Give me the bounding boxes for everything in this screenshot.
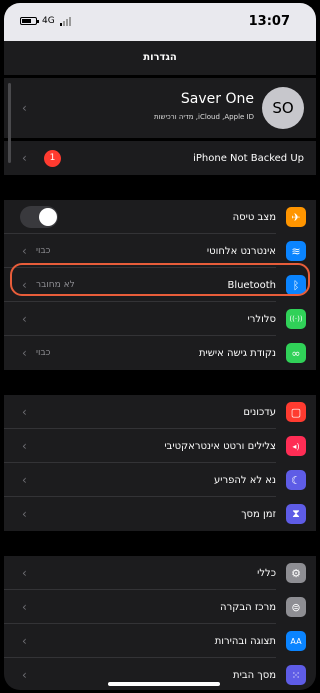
settings-screen: 4G 13:07 הגדרות ‹ Saver One iCloud ,Appl… (4, 3, 316, 690)
cellular-icon: ((·)) (286, 309, 306, 329)
moon-icon: ☾ (286, 470, 306, 490)
profile-row[interactable]: ‹ Saver One iCloud ,Apple ID, מדיה ורכיש… (4, 78, 316, 138)
settings-row-screen-time[interactable]: ‹ זמן מסך ⧗ (4, 497, 316, 531)
display-icon: AA (286, 631, 306, 651)
chevron-left-icon: ‹ (22, 473, 27, 487)
settings-row-general[interactable]: ‹ כללי ⚙ (4, 556, 316, 590)
chevron-left-icon: ‹ (22, 439, 27, 453)
row-label: זמן מסך (241, 508, 276, 520)
row-label: מצב טיסה (232, 211, 276, 223)
gear-icon: ⚙ (286, 563, 306, 583)
profile-group: ‹ Saver One iCloud ,Apple ID, מדיה ורכיש… (4, 78, 316, 138)
row-label: כללי (257, 567, 276, 579)
row-value: לא מחובר (36, 280, 75, 290)
chevron-left-icon: ‹ (22, 405, 27, 419)
chevron-left-icon: ‹ (22, 600, 27, 614)
chevron-left-icon: ‹ (22, 634, 27, 648)
settings-row-wifi[interactable]: ‹ כבוי אינטרנט אלחוטי ≋ (4, 234, 316, 268)
settings-row-display[interactable]: ‹ תצוגה ובהירות AA (4, 624, 316, 658)
backup-label: iPhone Not Backed Up (193, 152, 304, 164)
avatar: SO (262, 87, 304, 129)
airplane-toggle[interactable] (20, 206, 58, 228)
control-center-icon: ⊜ (286, 597, 306, 617)
chevron-left-icon: ‹ (22, 151, 27, 165)
nav-bar: הגדרות (4, 41, 316, 75)
chevron-left-icon: ‹ (22, 312, 27, 326)
connectivity-group: מצב טיסה ✈ ‹ כבוי אינטרנט אלחוטי ≋ ‹ לא … (4, 200, 316, 370)
settings-row-control-center[interactable]: ‹ מרכז הבקרה ⊜ (4, 590, 316, 624)
settings-row-airplane[interactable]: מצב טיסה ✈ (4, 200, 316, 234)
wifi-icon: ≋ (286, 241, 306, 261)
chevron-left-icon: ‹ (22, 507, 27, 521)
home-indicator[interactable] (108, 682, 220, 686)
chevron-left-icon: ‹ (22, 668, 27, 682)
settings-row-notifications[interactable]: ‹ עדכונים ▢ (4, 395, 316, 429)
status-bar: 4G 13:07 (4, 3, 316, 41)
row-label: עדכונים (243, 406, 276, 418)
sounds-icon: ◂) (286, 436, 306, 456)
row-label: מסך הבית (233, 669, 276, 681)
backup-group: ‹ 1 iPhone Not Backed Up (4, 141, 316, 175)
settings-row-bluetooth[interactable]: ‹ לא מחובר Bluetooth ᛒ (4, 268, 316, 302)
profile-name: Saver One (180, 91, 254, 107)
row-label: סלולרי (247, 313, 276, 325)
row-label: Bluetooth (227, 279, 276, 291)
row-label: מרכז הבקרה (220, 601, 276, 613)
settings-row-sounds[interactable]: ‹ צלילים ורטט אינטראקטיבי ◂) (4, 429, 316, 463)
chevron-left-icon: ‹ (22, 101, 27, 115)
profile-subtitle: iCloud ,Apple ID, מדיה ורכישות (154, 113, 254, 121)
settings-row-cellular[interactable]: ‹ סלולרי ((·)) (4, 302, 316, 336)
chevron-left-icon: ‹ (22, 244, 27, 258)
chevron-left-icon: ‹ (22, 346, 27, 360)
chevron-left-icon: ‹ (22, 278, 27, 292)
signal-icon (59, 16, 71, 26)
row-label: נקודת גישה אישית (198, 347, 276, 359)
scrollbar[interactable] (8, 83, 11, 163)
home-screen-icon: ⁙ (286, 665, 306, 685)
notifications-group: ‹ עדכונים ▢ ‹ צלילים ורטט אינטראקטיבי ◂)… (4, 395, 316, 531)
alert-badge: 1 (44, 149, 61, 167)
row-value: כבוי (36, 348, 51, 358)
row-label: נא לא להפריע (213, 474, 276, 486)
bluetooth-icon: ᛒ (286, 275, 306, 295)
hotspot-icon: ∞ (286, 343, 306, 363)
status-left: 4G (20, 16, 71, 26)
settings-row-dnd[interactable]: ‹ נא לא להפריע ☾ (4, 463, 316, 497)
page-title: הגדרות (143, 52, 177, 63)
row-label: אינטרנט אלחוטי (206, 245, 276, 257)
backup-row[interactable]: ‹ 1 iPhone Not Backed Up (4, 141, 316, 175)
status-time: 13:07 (248, 14, 290, 29)
chevron-left-icon: ‹ (22, 566, 27, 580)
battery-icon (20, 17, 39, 25)
notifications-icon: ▢ (286, 402, 306, 422)
hourglass-icon: ⧗ (286, 504, 306, 524)
airplane-icon: ✈ (286, 207, 306, 227)
row-label: תצוגה ובהירות (214, 635, 276, 647)
network-label: 4G (42, 16, 55, 26)
settings-row-hotspot[interactable]: ‹ כבוי נקודת גישה אישית ∞ (4, 336, 316, 370)
row-value: כבוי (36, 246, 51, 256)
row-label: צלילים ורטט אינטראקטיבי (164, 440, 276, 452)
general-group: ‹ כללי ⚙ ‹ מרכז הבקרה ⊜ ‹ תצוגה ובהירות … (4, 556, 316, 690)
